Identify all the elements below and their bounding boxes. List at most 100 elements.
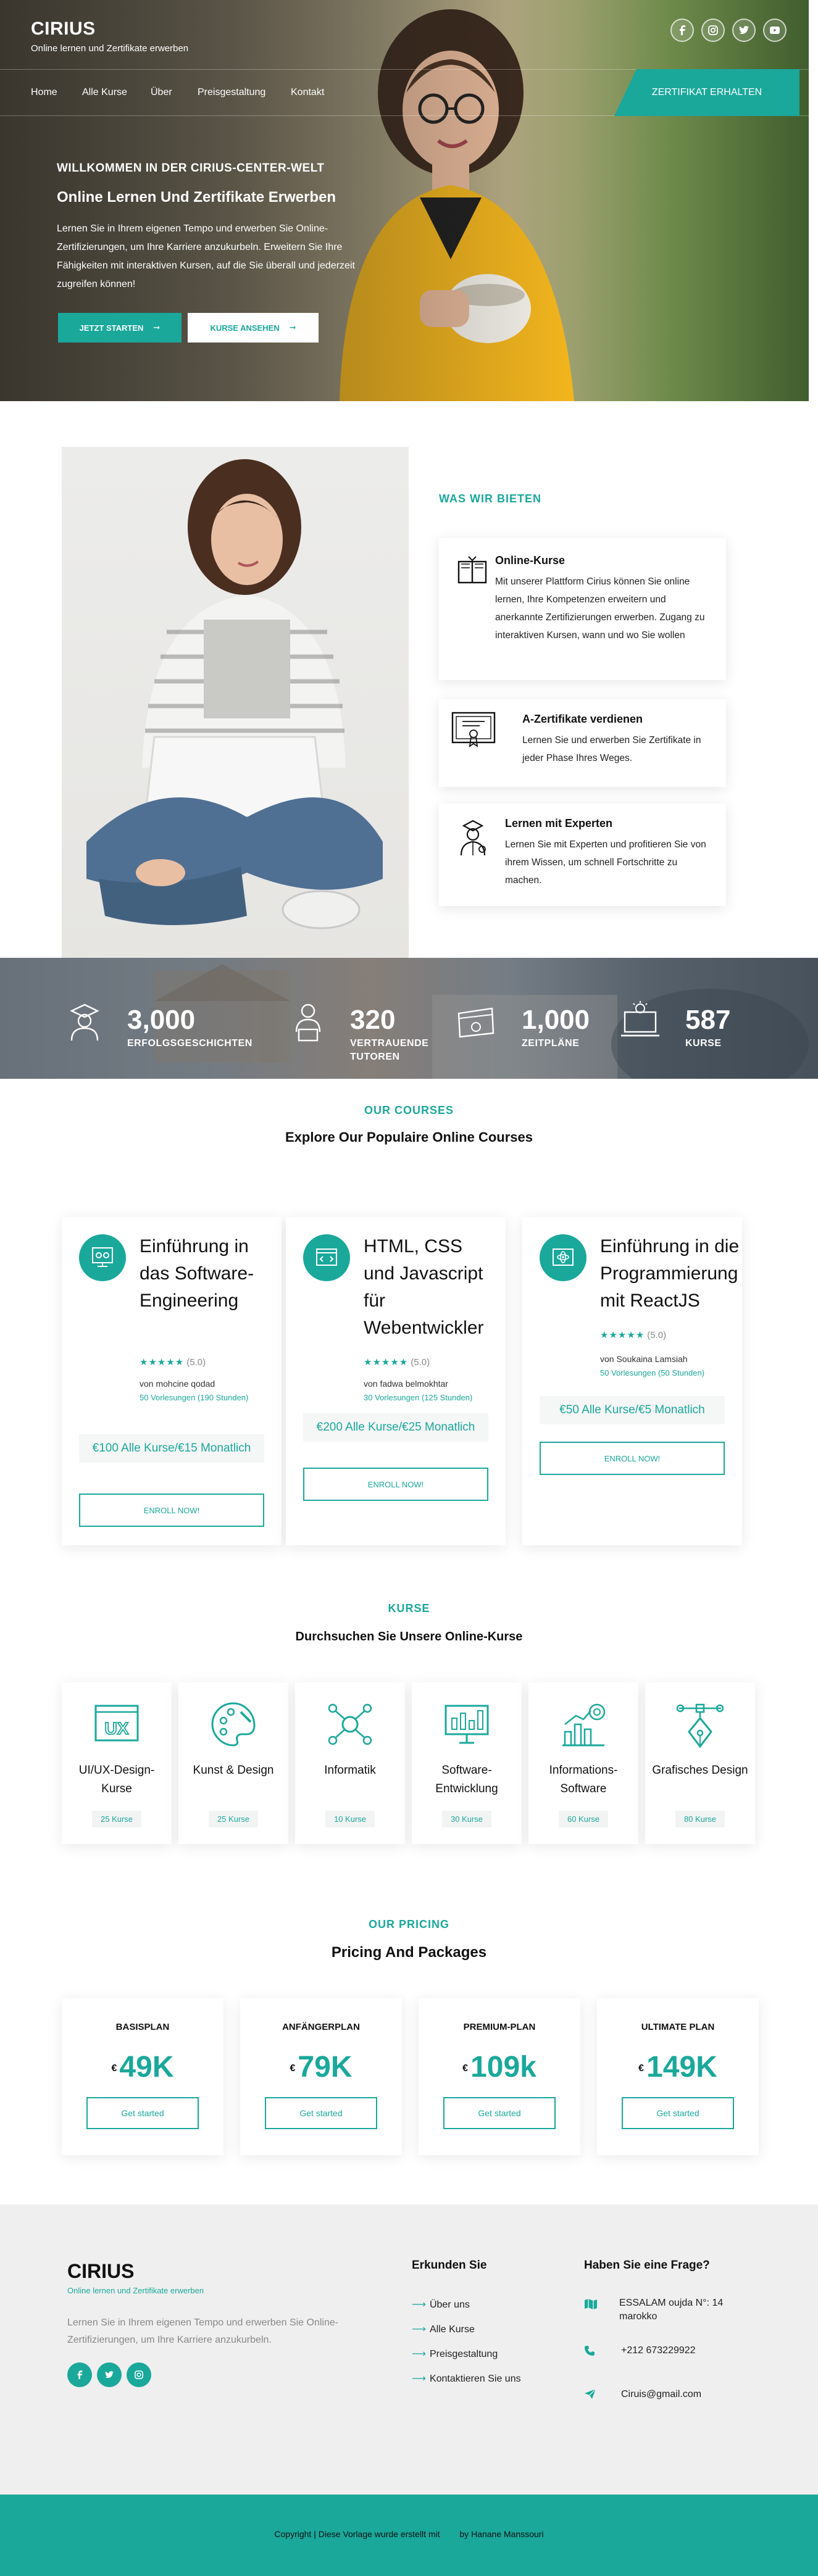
course-price: €50 Alle Kurse/€5 Monatlich xyxy=(540,1396,725,1424)
arrow-right-icon: ⟶ xyxy=(412,2374,426,2384)
category-card[interactable]: Software-Entwicklung 30 Kurse xyxy=(412,1682,522,1844)
rating-stars: ★★★★★ (5.0) xyxy=(600,1330,667,1340)
stat-label: ZEITPLÄNE xyxy=(522,1038,580,1049)
course-author: von Soukaina Lamsiah xyxy=(600,1354,688,1364)
hero-kicker: WILLKOMMEN IN DER CIRIUS-CENTER-WELT xyxy=(57,162,325,175)
footer-tagline: Online lernen und Zertifikate erwerben xyxy=(67,2286,204,2295)
course-lessons: 30 Vorlesungen (125 Stunden) xyxy=(364,1393,473,1402)
course-title[interactable]: Einführung in das Software-Engineering xyxy=(140,1233,269,1315)
category-count: 10 Kurse xyxy=(325,1811,375,1827)
pricing-title: Pricing And Packages xyxy=(331,1944,487,1961)
hero-title: Online Lernen Und Zertifikate Erwerben xyxy=(57,189,336,206)
course-card: HTML, CSS und Javascript für Webentwickl… xyxy=(286,1217,506,1545)
hero-edge xyxy=(809,0,818,401)
footer-link-contact[interactable]: ⟶ Kontaktieren Sie uns xyxy=(412,2372,521,2385)
book-icon xyxy=(457,556,487,584)
courses-title: Explore Our Populaire Online Courses xyxy=(285,1129,533,1145)
course-title[interactable]: HTML, CSS und Javascript für Webentwickl… xyxy=(364,1233,493,1342)
currency-symbol: € xyxy=(462,2063,469,2074)
palette-icon xyxy=(211,1702,256,1747)
student-laptop-image xyxy=(62,447,409,958)
category-name: Informatik xyxy=(324,1764,376,1777)
get-certificate-button[interactable]: ZERTIFIKAT ERHALTEN xyxy=(614,69,799,116)
rating-value: (5.0) xyxy=(647,1330,667,1340)
offer-card-title: Online-Kurse xyxy=(495,554,566,567)
offer-card-text: Lernen Sie mit Experten und profitieren … xyxy=(505,839,706,886)
arrow-right-icon: ⟶ xyxy=(412,2324,426,2335)
brand-logo[interactable]: CIRIUS xyxy=(31,19,96,39)
offer-card-title: A-Zertifikate verdienen xyxy=(522,713,643,725)
plan-price: €79K xyxy=(290,2051,353,2084)
footer-email[interactable]: Ciruis@gmail.com xyxy=(621,2388,701,2401)
author-credit[interactable]: by Hanane Manssouri xyxy=(459,2529,543,2539)
hero-description: Lernen Sie in Ihrem eigenen Tempo und er… xyxy=(57,223,355,289)
network-icon xyxy=(328,1703,372,1745)
expert-icon xyxy=(460,820,486,856)
course-title[interactable]: Einführung in die Programmierung mit Rea… xyxy=(600,1233,742,1315)
get-started-button[interactable]: Get started xyxy=(622,2097,734,2129)
plan-name: ANFÄNGERPLAN xyxy=(282,2022,360,2032)
youtube-icon[interactable] xyxy=(763,19,787,42)
currency-symbol: € xyxy=(638,2063,645,2074)
plan-price: €109k xyxy=(462,2051,536,2084)
category-name: Kunst & Design xyxy=(193,1764,274,1777)
facebook-icon[interactable] xyxy=(670,19,694,42)
course-card: Einführung in das Software-Engineering ★… xyxy=(62,1217,282,1545)
plan-name: ULTIMATE PLAN xyxy=(641,2022,715,2032)
category-card[interactable]: Informatik 10 Kurse xyxy=(295,1682,405,1844)
footer-explore-title: Erkunden Sie xyxy=(412,2259,487,2272)
category-name: Informations-Software xyxy=(549,1764,618,1795)
course-author: von fadwa belmokhtar xyxy=(364,1379,448,1389)
twitter-icon[interactable] xyxy=(732,19,756,42)
footer-link-courses[interactable]: ⟶ Alle Kurse xyxy=(412,2323,475,2335)
course-lessons: 50 Vorlesungen (190 Stunden) xyxy=(140,1393,249,1402)
footer-link-about[interactable]: ⟶ Über uns xyxy=(412,2298,470,2311)
plan-price: €49K xyxy=(111,2051,174,2084)
view-courses-button[interactable]: KURSE ANSEHEN ➞ xyxy=(188,313,319,343)
nav-contact[interactable]: Kontakt xyxy=(291,87,324,98)
start-now-button[interactable]: JETZT STARTEN ➞ xyxy=(58,313,182,343)
instagram-icon[interactable] xyxy=(127,2362,151,2387)
nav-pricing[interactable]: Preisgestaltung xyxy=(198,87,265,98)
enroll-button[interactable]: ENROLL NOW! xyxy=(540,1442,725,1475)
facebook-icon[interactable] xyxy=(67,2362,92,2387)
get-started-button[interactable]: Get started xyxy=(265,2097,377,2129)
footer-brand[interactable]: CIRIUS xyxy=(67,2260,134,2283)
categories-kicker: KURSE xyxy=(388,1602,430,1614)
nav-all-courses[interactable]: Alle Kurse xyxy=(82,87,127,98)
html-icon xyxy=(303,1234,350,1281)
category-name: UI/UX-Design-Kurse xyxy=(78,1764,155,1795)
svg-text:UX: UX xyxy=(105,1719,129,1738)
category-count: 60 Kurse xyxy=(558,1811,609,1827)
plan-name: PREMIUM-PLAN xyxy=(463,2022,536,2032)
offer-card-online-courses: Online-Kurse Mit unserer Plattform Ciriu… xyxy=(439,538,726,680)
rating-value: (5.0) xyxy=(411,1357,430,1368)
instagram-icon[interactable] xyxy=(701,19,725,42)
arrow-right-icon: ⟶ xyxy=(412,2349,426,2359)
get-started-button[interactable]: Get started xyxy=(86,2097,199,2129)
react-icon xyxy=(540,1234,586,1281)
category-card[interactable]: Informations-Software 60 Kurse xyxy=(528,1682,638,1844)
footer-link-pricing[interactable]: ⟶ Preisgestaltung xyxy=(412,2348,498,2360)
course-price: €100 Alle Kurse/€15 Monatlich xyxy=(79,1434,264,1463)
pricing-kicker: OUR PRICING xyxy=(368,1918,449,1930)
nav-about[interactable]: Über xyxy=(151,87,172,98)
category-name: Software-Entwicklung xyxy=(435,1764,498,1795)
course-author: von mohcine qodad xyxy=(140,1379,215,1389)
enroll-button[interactable]: ENROLL NOW! xyxy=(303,1468,488,1501)
footer-contact-title: Haben Sie eine Frage? xyxy=(584,2259,710,2272)
offer-card-text: Mit unserer Plattform Cirius können Sie … xyxy=(495,576,705,641)
copyright-bar: Copyright | Diese Vorlage wurde erstellt… xyxy=(0,2495,818,2576)
get-started-button[interactable]: Get started xyxy=(443,2097,556,2129)
category-name: Grafisches Design xyxy=(652,1764,748,1777)
nav-home[interactable]: Home xyxy=(31,87,57,98)
category-card[interactable]: Kunst & Design 25 Kurse xyxy=(178,1682,288,1844)
enroll-button[interactable]: ENROLL NOW! xyxy=(79,1494,264,1527)
offer-card-title: Lernen mit Experten xyxy=(505,817,613,829)
footer-phone[interactable]: +212 673229922 xyxy=(621,2344,696,2358)
category-card[interactable]: Grafisches Design 80 Kurse xyxy=(645,1682,755,1844)
twitter-icon[interactable] xyxy=(97,2362,122,2387)
category-card[interactable]: UX UI/UX-Design-Kurse 25 Kurse xyxy=(62,1682,172,1844)
arrow-right-icon: ⟶ xyxy=(412,2300,426,2310)
category-count: 80 Kurse xyxy=(675,1811,725,1827)
